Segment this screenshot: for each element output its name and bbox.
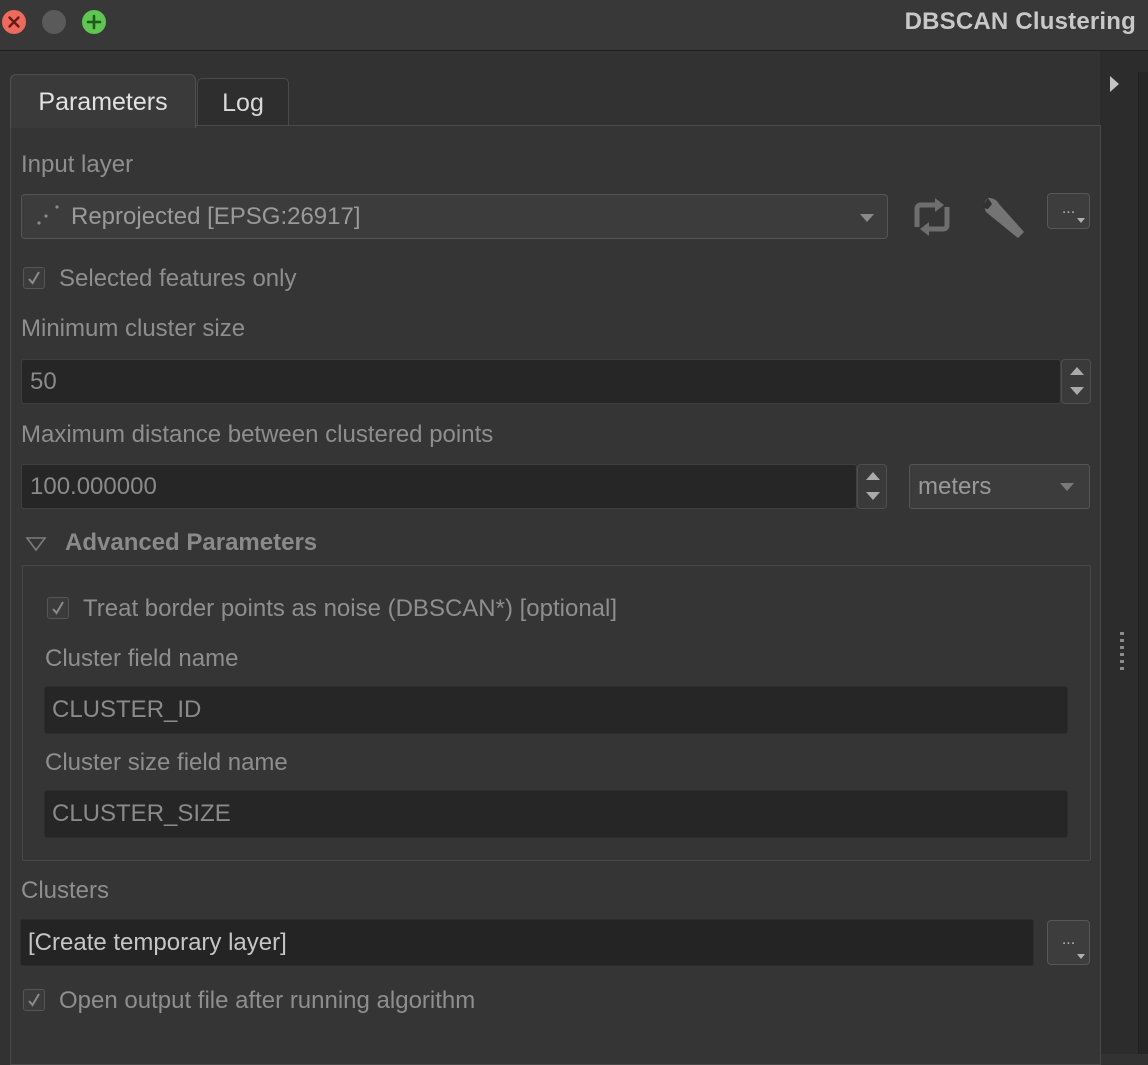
min-cluster-size-stepper[interactable] — [1061, 359, 1091, 404]
more-label: ... — [1061, 200, 1076, 217]
open-output-label: Open output file after running algorithm — [59, 987, 476, 1014]
side-divider — [1138, 72, 1148, 1054]
selected-features-checkbox[interactable] — [23, 267, 45, 289]
stepper-up-icon[interactable] — [866, 472, 880, 480]
input-layer-label: Input layer — [21, 151, 134, 178]
checkmark-icon — [28, 271, 40, 285]
advanced-parameters-title[interactable]: Advanced Parameters — [65, 529, 317, 557]
close-icon — [8, 16, 20, 28]
clusters-label: Clusters — [21, 877, 110, 904]
min-cluster-size-label: Minimum cluster size — [21, 315, 246, 342]
iterate-icon[interactable] — [907, 195, 957, 239]
splitter-handle[interactable] — [1120, 632, 1124, 670]
wrench-icon[interactable] — [978, 194, 1030, 242]
plus-icon — [86, 14, 102, 30]
expand-arrow-icon[interactable] — [1110, 76, 1119, 92]
maximize-window-button[interactable] — [82, 10, 106, 34]
tab-parameters[interactable]: Parameters — [10, 74, 196, 128]
clusters-output-input[interactable]: [Create temporary layer] — [20, 919, 1034, 966]
collapse-triangle-icon[interactable] — [25, 536, 47, 552]
input-layer-value: Reprojected [EPSG:26917] — [71, 203, 361, 230]
tab-log[interactable]: Log — [197, 78, 289, 125]
input-layer-options-button[interactable]: ... — [1047, 193, 1090, 229]
stepper-down-icon[interactable] — [1070, 387, 1084, 395]
max-distance-input[interactable]: 100.000000 — [21, 464, 857, 509]
min-cluster-size-input[interactable]: 50 — [21, 359, 1061, 404]
stepper-down-icon[interactable] — [866, 492, 880, 500]
point-layer-icon — [37, 205, 59, 225]
open-output-checkbox[interactable] — [23, 989, 45, 1011]
cluster-field-input[interactable]: CLUSTER_ID — [44, 686, 1068, 734]
distance-unit-select[interactable]: meters — [909, 464, 1090, 509]
cluster-field-label: Cluster field name — [45, 645, 239, 672]
border-noise-label: Treat border points as noise (DBSCAN*) [… — [83, 595, 618, 622]
more-label: ... — [1061, 931, 1076, 948]
stepper-up-icon[interactable] — [1070, 367, 1084, 375]
chevron-down-icon — [860, 214, 874, 222]
checkmark-icon — [52, 601, 64, 615]
window-title: DBSCAN Clustering — [904, 8, 1136, 35]
border-noise-checkbox[interactable] — [47, 597, 69, 619]
title-bar: DBSCAN Clustering — [0, 0, 1148, 51]
dropdown-arrow-icon — [1077, 218, 1085, 223]
max-distance-label: Maximum distance between clustered point… — [21, 421, 494, 448]
minimize-window-button[interactable] — [42, 10, 66, 34]
selected-features-label: Selected features only — [59, 265, 297, 292]
chevron-down-icon — [1060, 483, 1074, 491]
max-distance-stepper[interactable] — [857, 464, 887, 509]
cluster-size-field-input[interactable]: CLUSTER_SIZE — [44, 790, 1068, 838]
dropdown-arrow-icon — [1077, 954, 1085, 959]
clusters-options-button[interactable]: ... — [1047, 920, 1090, 965]
cluster-size-field-label: Cluster size field name — [45, 749, 288, 776]
checkmark-icon — [28, 993, 40, 1007]
input-layer-select[interactable]: Reprojected [EPSG:26917] — [21, 194, 888, 239]
close-window-button[interactable] — [2, 10, 26, 34]
distance-unit-value: meters — [918, 473, 992, 500]
